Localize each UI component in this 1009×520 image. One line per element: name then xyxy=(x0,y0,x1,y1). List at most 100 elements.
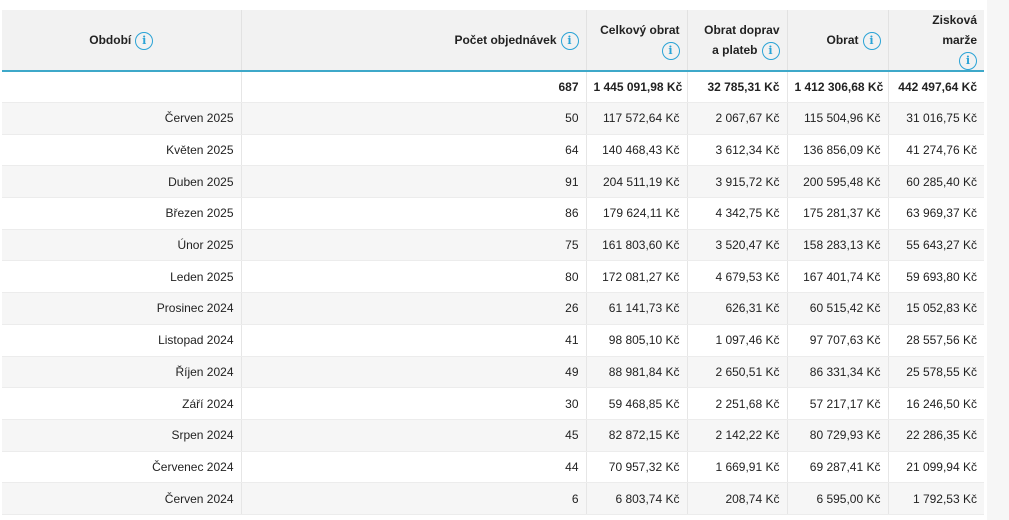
cell-period: Duben 2025 xyxy=(2,165,242,199)
cell-period: Březen 2025 xyxy=(2,197,242,230)
cell-turnover: 175 281,37 Kč xyxy=(787,197,889,230)
table-row: Červen 2025 50 117 572,64 Kč 2 067,67 Kč 115… xyxy=(2,102,984,135)
cell-shipping-payment-turnover: 2 650,51 Kč xyxy=(687,356,788,389)
cell-margin: 31 016,75 Kč xyxy=(888,102,984,135)
scrollbar[interactable] xyxy=(987,0,1009,520)
total-margin: 442 497,64 Kč xyxy=(888,71,984,103)
cell-period: Leden 2025 xyxy=(2,260,242,294)
cell-period: Červenec 2024 xyxy=(2,451,242,484)
cell-period: Listopad 2024 xyxy=(2,324,242,357)
table-row: Září 2024 30 59 468,85 Kč 2 251,68 Kč 57 217… xyxy=(2,387,984,420)
cell-margin: 25 578,55 Kč xyxy=(888,356,984,389)
info-icon[interactable]: i xyxy=(862,31,881,50)
header-label: Obrat xyxy=(826,33,859,47)
table-row: Prosinec 2024 26 61 141,73 Kč 626,31 Kč 60 5… xyxy=(2,292,984,325)
cell-turnover: 86 331,34 Kč xyxy=(787,356,889,389)
cell-turnover: 115 504,96 Kč xyxy=(787,102,889,135)
cell-orders: 6 xyxy=(241,482,587,515)
cell-margin: 60 285,40 Kč xyxy=(888,165,984,199)
header-margin[interactable]: Zisková marže i xyxy=(888,10,984,72)
cell-orders: 64 xyxy=(241,134,587,167)
cell-period: Září 2024 xyxy=(2,387,242,420)
cell-margin: 21 099,94 Kč xyxy=(888,451,984,484)
header-orders[interactable]: Počet objednávek i xyxy=(241,10,587,72)
header-label: Období xyxy=(89,33,132,47)
header-label: Zisková marže xyxy=(932,13,977,47)
cell-turnover: 80 729,93 Kč xyxy=(787,419,889,452)
cell-period: Červen 2024 xyxy=(2,482,242,515)
cell-total-turnover: 61 141,73 Kč xyxy=(586,292,688,325)
cell-shipping-payment-turnover: 3 520,47 Kč xyxy=(687,229,788,262)
cell-margin: 1 792,53 Kč xyxy=(888,482,984,515)
cell-shipping-payment-turnover: 3 915,72 Kč xyxy=(687,165,788,199)
table-row: Březen 2025 86 179 624,11 Kč 4 342,75 Kč 175… xyxy=(2,197,984,230)
info-icon[interactable]: i xyxy=(135,31,154,50)
cell-turnover: 57 217,17 Kč xyxy=(787,387,889,420)
cell-period: Říjen 2024 xyxy=(2,356,242,389)
cell-shipping-payment-turnover: 3 612,34 Kč xyxy=(687,134,788,167)
table-row: Duben 2025 91 204 511,19 Kč 3 915,72 Kč 200 … xyxy=(2,165,984,199)
cell-shipping-payment-turnover: 2 251,68 Kč xyxy=(687,387,788,420)
info-icon[interactable]: i xyxy=(959,51,977,70)
table-row: Listopad 2024 41 98 805,10 Kč 1 097,46 Kč 97… xyxy=(2,324,984,357)
cell-total-turnover: 82 872,15 Kč xyxy=(586,419,688,452)
cell-total-turnover: 172 081,27 Kč xyxy=(586,260,688,294)
cell-total-turnover: 88 981,84 Kč xyxy=(586,356,688,389)
cell-period: Srpen 2024 xyxy=(2,419,242,452)
cell-shipping-payment-turnover: 1 097,46 Kč xyxy=(687,324,788,357)
cell-total-turnover: 140 468,43 Kč xyxy=(586,134,688,167)
cell-orders: 26 xyxy=(241,292,587,325)
sales-report-table: Období i Počet objednávek i Celkový obrat i… xyxy=(2,10,984,515)
cell-orders: 75 xyxy=(241,229,587,262)
cell-margin: 59 693,80 Kč xyxy=(888,260,984,294)
cell-shipping-payment-turnover: 4 679,53 Kč xyxy=(687,260,788,294)
table-row: Srpen 2024 45 82 872,15 Kč 2 142,22 Kč 80 72… xyxy=(2,419,984,452)
table-row: Leden 2025 80 172 081,27 Kč 4 679,53 Kč 167 … xyxy=(2,260,984,294)
cell-turnover: 158 283,13 Kč xyxy=(787,229,889,262)
cell-total-turnover: 98 805,10 Kč xyxy=(586,324,688,357)
cell-total-turnover: 70 957,32 Kč xyxy=(586,451,688,484)
header-shipping-payment-turnover[interactable]: Obrat doprav a plateb i xyxy=(687,10,788,72)
cell-orders: 44 xyxy=(241,451,587,484)
cell-shipping-payment-turnover: 4 342,75 Kč xyxy=(687,197,788,230)
cell-period: Květen 2025 xyxy=(2,134,242,167)
cell-shipping-payment-turnover: 626,31 Kč xyxy=(687,292,788,325)
total-shipping-payment-turnover: 32 785,31 Kč xyxy=(687,71,788,103)
header-total-turnover[interactable]: Celkový obrat i xyxy=(586,10,688,72)
cell-orders: 50 xyxy=(241,102,587,135)
cell-turnover: 60 515,42 Kč xyxy=(787,292,889,325)
info-icon[interactable]: i xyxy=(661,41,680,60)
info-icon[interactable]: i xyxy=(560,31,579,50)
cell-turnover: 69 287,41 Kč xyxy=(787,451,889,484)
cell-orders: 86 xyxy=(241,197,587,230)
totals-row: 687 1 445 091,98 Kč 32 785,31 Kč 1 412 3… xyxy=(2,71,984,103)
cell-margin: 16 246,50 Kč xyxy=(888,387,984,420)
header-label: Počet objednávek xyxy=(454,33,557,47)
cell-margin: 63 969,37 Kč xyxy=(888,197,984,230)
header-period[interactable]: Období i xyxy=(2,10,242,72)
table-body: 687 1 445 091,98 Kč 32 785,31 Kč 1 412 3… xyxy=(2,71,984,515)
cell-period: Prosinec 2024 xyxy=(2,292,242,325)
report-view: Období i Počet objednávek i Celkový obrat i… xyxy=(0,0,1009,520)
table-row: Květen 2025 64 140 468,43 Kč 3 612,34 Kč 136… xyxy=(2,134,984,167)
table-row: Červenec 2024 44 70 957,32 Kč 1 669,91 Kč 69… xyxy=(2,451,984,484)
table-row: Říjen 2024 49 88 981,84 Kč 2 650,51 Kč 86 33… xyxy=(2,356,984,389)
total-turnover: 1 412 306,68 Kč xyxy=(787,71,889,103)
cell-turnover: 200 595,48 Kč xyxy=(787,165,889,199)
cell-turnover: 136 856,09 Kč xyxy=(787,134,889,167)
cell-shipping-payment-turnover: 208,74 Kč xyxy=(687,482,788,515)
header-turnover[interactable]: Obrat i xyxy=(787,10,889,72)
cell-margin: 41 274,76 Kč xyxy=(888,134,984,167)
cell-margin: 22 286,35 Kč xyxy=(888,419,984,452)
total-orders: 687 xyxy=(241,71,587,103)
cell-turnover: 97 707,63 Kč xyxy=(787,324,889,357)
table-row: Červen 2024 6 6 803,74 Kč 208,74 Kč 6 595,00… xyxy=(2,482,984,515)
cell-period: Únor 2025 xyxy=(2,229,242,262)
total-period xyxy=(2,71,242,103)
cell-total-turnover: 179 624,11 Kč xyxy=(586,197,688,230)
info-icon[interactable]: i xyxy=(761,41,780,60)
cell-orders: 30 xyxy=(241,387,587,420)
cell-total-turnover: 161 803,60 Kč xyxy=(586,229,688,262)
cell-orders: 80 xyxy=(241,260,587,294)
cell-total-turnover: 59 468,85 Kč xyxy=(586,387,688,420)
